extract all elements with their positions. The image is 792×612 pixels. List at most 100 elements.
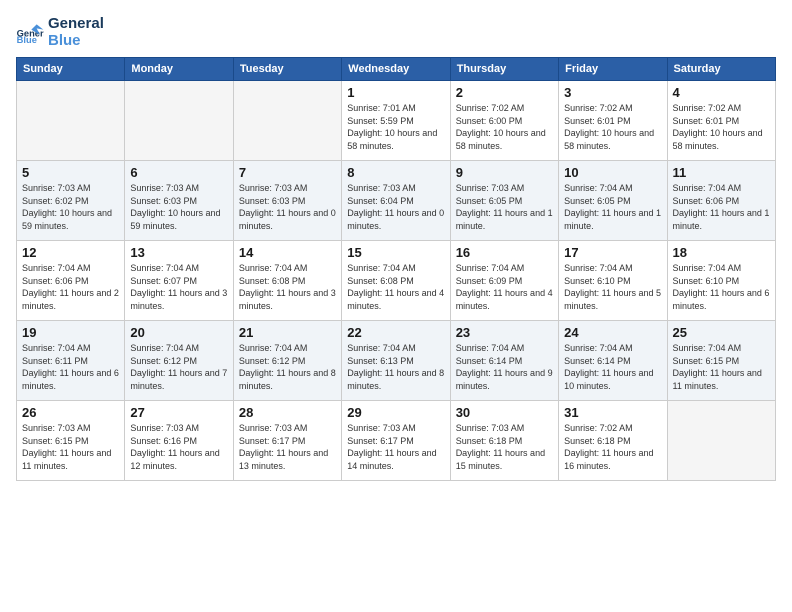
- day-info: Sunrise: 7:03 AM Sunset: 6:02 PM Dayligh…: [22, 182, 119, 232]
- day-info: Sunrise: 7:04 AM Sunset: 6:10 PM Dayligh…: [564, 262, 661, 312]
- day-number: 10: [564, 165, 661, 180]
- calendar-day: 13 Sunrise: 7:04 AM Sunset: 6:07 PM Dayl…: [125, 241, 233, 321]
- day-number: 22: [347, 325, 444, 340]
- day-number: 29: [347, 405, 444, 420]
- day-info: Sunrise: 7:04 AM Sunset: 6:14 PM Dayligh…: [456, 342, 553, 392]
- calendar-table: Sunday Monday Tuesday Wednesday Thursday…: [16, 57, 776, 481]
- page-container: General Blue General Blue Sunday Monday …: [0, 0, 792, 612]
- day-number: 9: [456, 165, 553, 180]
- calendar-day: 16 Sunrise: 7:04 AM Sunset: 6:09 PM Dayl…: [450, 241, 558, 321]
- calendar-day: [667, 401, 775, 481]
- col-wednesday: Wednesday: [342, 58, 450, 81]
- calendar-day: 11 Sunrise: 7:04 AM Sunset: 6:06 PM Dayl…: [667, 161, 775, 241]
- day-number: 16: [456, 245, 553, 260]
- calendar-week-row: 1 Sunrise: 7:01 AM Sunset: 5:59 PM Dayli…: [17, 81, 776, 161]
- calendar-day: 9 Sunrise: 7:03 AM Sunset: 6:05 PM Dayli…: [450, 161, 558, 241]
- calendar-day: 2 Sunrise: 7:02 AM Sunset: 6:00 PM Dayli…: [450, 81, 558, 161]
- col-friday: Friday: [559, 58, 667, 81]
- day-info: Sunrise: 7:01 AM Sunset: 5:59 PM Dayligh…: [347, 102, 444, 152]
- calendar-day: 28 Sunrise: 7:03 AM Sunset: 6:17 PM Dayl…: [233, 401, 341, 481]
- calendar-day: 4 Sunrise: 7:02 AM Sunset: 6:01 PM Dayli…: [667, 81, 775, 161]
- col-sunday: Sunday: [17, 58, 125, 81]
- day-info: Sunrise: 7:02 AM Sunset: 6:18 PM Dayligh…: [564, 422, 661, 472]
- calendar-week-row: 5 Sunrise: 7:03 AM Sunset: 6:02 PM Dayli…: [17, 161, 776, 241]
- day-number: 26: [22, 405, 119, 420]
- day-number: 12: [22, 245, 119, 260]
- day-info: Sunrise: 7:04 AM Sunset: 6:05 PM Dayligh…: [564, 182, 661, 232]
- calendar-day: 25 Sunrise: 7:04 AM Sunset: 6:15 PM Dayl…: [667, 321, 775, 401]
- day-number: 17: [564, 245, 661, 260]
- day-info: Sunrise: 7:04 AM Sunset: 6:09 PM Dayligh…: [456, 262, 553, 312]
- day-number: 4: [673, 85, 770, 100]
- calendar-day: 15 Sunrise: 7:04 AM Sunset: 6:08 PM Dayl…: [342, 241, 450, 321]
- calendar-week-row: 19 Sunrise: 7:04 AM Sunset: 6:11 PM Dayl…: [17, 321, 776, 401]
- day-number: 25: [673, 325, 770, 340]
- col-saturday: Saturday: [667, 58, 775, 81]
- calendar-day: 27 Sunrise: 7:03 AM Sunset: 6:16 PM Dayl…: [125, 401, 233, 481]
- calendar-week-row: 26 Sunrise: 7:03 AM Sunset: 6:15 PM Dayl…: [17, 401, 776, 481]
- day-number: 27: [130, 405, 227, 420]
- day-info: Sunrise: 7:03 AM Sunset: 6:17 PM Dayligh…: [239, 422, 336, 472]
- calendar-day: 10 Sunrise: 7:04 AM Sunset: 6:05 PM Dayl…: [559, 161, 667, 241]
- day-number: 6: [130, 165, 227, 180]
- day-info: Sunrise: 7:03 AM Sunset: 6:05 PM Dayligh…: [456, 182, 553, 232]
- logo-text: General Blue: [48, 16, 104, 49]
- calendar-day: 30 Sunrise: 7:03 AM Sunset: 6:18 PM Dayl…: [450, 401, 558, 481]
- day-number: 14: [239, 245, 336, 260]
- calendar-day: 21 Sunrise: 7:04 AM Sunset: 6:12 PM Dayl…: [233, 321, 341, 401]
- day-info: Sunrise: 7:04 AM Sunset: 6:12 PM Dayligh…: [239, 342, 336, 392]
- day-number: 13: [130, 245, 227, 260]
- calendar-day: 7 Sunrise: 7:03 AM Sunset: 6:03 PM Dayli…: [233, 161, 341, 241]
- logo-icon: General Blue: [16, 23, 44, 43]
- calendar-day: 19 Sunrise: 7:04 AM Sunset: 6:11 PM Dayl…: [17, 321, 125, 401]
- calendar-day: 17 Sunrise: 7:04 AM Sunset: 6:10 PM Dayl…: [559, 241, 667, 321]
- day-info: Sunrise: 7:03 AM Sunset: 6:04 PM Dayligh…: [347, 182, 444, 232]
- calendar-day: [125, 81, 233, 161]
- day-number: 5: [22, 165, 119, 180]
- col-monday: Monday: [125, 58, 233, 81]
- day-info: Sunrise: 7:04 AM Sunset: 6:10 PM Dayligh…: [673, 262, 770, 312]
- day-number: 1: [347, 85, 444, 100]
- calendar-day: 24 Sunrise: 7:04 AM Sunset: 6:14 PM Dayl…: [559, 321, 667, 401]
- calendar-day: 20 Sunrise: 7:04 AM Sunset: 6:12 PM Dayl…: [125, 321, 233, 401]
- day-info: Sunrise: 7:03 AM Sunset: 6:15 PM Dayligh…: [22, 422, 119, 472]
- day-info: Sunrise: 7:04 AM Sunset: 6:13 PM Dayligh…: [347, 342, 444, 392]
- day-number: 18: [673, 245, 770, 260]
- calendar-day: 23 Sunrise: 7:04 AM Sunset: 6:14 PM Dayl…: [450, 321, 558, 401]
- day-info: Sunrise: 7:04 AM Sunset: 6:07 PM Dayligh…: [130, 262, 227, 312]
- calendar-day: 5 Sunrise: 7:03 AM Sunset: 6:02 PM Dayli…: [17, 161, 125, 241]
- calendar-header-row: Sunday Monday Tuesday Wednesday Thursday…: [17, 58, 776, 81]
- day-info: Sunrise: 7:04 AM Sunset: 6:06 PM Dayligh…: [22, 262, 119, 312]
- calendar-week-row: 12 Sunrise: 7:04 AM Sunset: 6:06 PM Dayl…: [17, 241, 776, 321]
- calendar-day: 22 Sunrise: 7:04 AM Sunset: 6:13 PM Dayl…: [342, 321, 450, 401]
- calendar-day: 18 Sunrise: 7:04 AM Sunset: 6:10 PM Dayl…: [667, 241, 775, 321]
- day-number: 21: [239, 325, 336, 340]
- calendar-day: 31 Sunrise: 7:02 AM Sunset: 6:18 PM Dayl…: [559, 401, 667, 481]
- calendar-day: [233, 81, 341, 161]
- day-info: Sunrise: 7:04 AM Sunset: 6:06 PM Dayligh…: [673, 182, 770, 232]
- calendar-day: 26 Sunrise: 7:03 AM Sunset: 6:15 PM Dayl…: [17, 401, 125, 481]
- logo: General Blue General Blue: [16, 16, 104, 49]
- day-number: 30: [456, 405, 553, 420]
- day-number: 8: [347, 165, 444, 180]
- day-number: 20: [130, 325, 227, 340]
- day-info: Sunrise: 7:03 AM Sunset: 6:17 PM Dayligh…: [347, 422, 444, 472]
- day-info: Sunrise: 7:03 AM Sunset: 6:03 PM Dayligh…: [130, 182, 227, 232]
- day-info: Sunrise: 7:04 AM Sunset: 6:12 PM Dayligh…: [130, 342, 227, 392]
- day-info: Sunrise: 7:04 AM Sunset: 6:08 PM Dayligh…: [239, 262, 336, 312]
- day-number: 15: [347, 245, 444, 260]
- day-number: 24: [564, 325, 661, 340]
- day-number: 19: [22, 325, 119, 340]
- day-info: Sunrise: 7:04 AM Sunset: 6:14 PM Dayligh…: [564, 342, 661, 392]
- day-info: Sunrise: 7:03 AM Sunset: 6:03 PM Dayligh…: [239, 182, 336, 232]
- day-info: Sunrise: 7:02 AM Sunset: 6:01 PM Dayligh…: [673, 102, 770, 152]
- day-number: 7: [239, 165, 336, 180]
- day-info: Sunrise: 7:03 AM Sunset: 6:16 PM Dayligh…: [130, 422, 227, 472]
- calendar-day: 1 Sunrise: 7:01 AM Sunset: 5:59 PM Dayli…: [342, 81, 450, 161]
- day-info: Sunrise: 7:04 AM Sunset: 6:15 PM Dayligh…: [673, 342, 770, 392]
- col-thursday: Thursday: [450, 58, 558, 81]
- day-number: 11: [673, 165, 770, 180]
- calendar-day: 14 Sunrise: 7:04 AM Sunset: 6:08 PM Dayl…: [233, 241, 341, 321]
- header: General Blue General Blue: [16, 16, 776, 49]
- day-number: 3: [564, 85, 661, 100]
